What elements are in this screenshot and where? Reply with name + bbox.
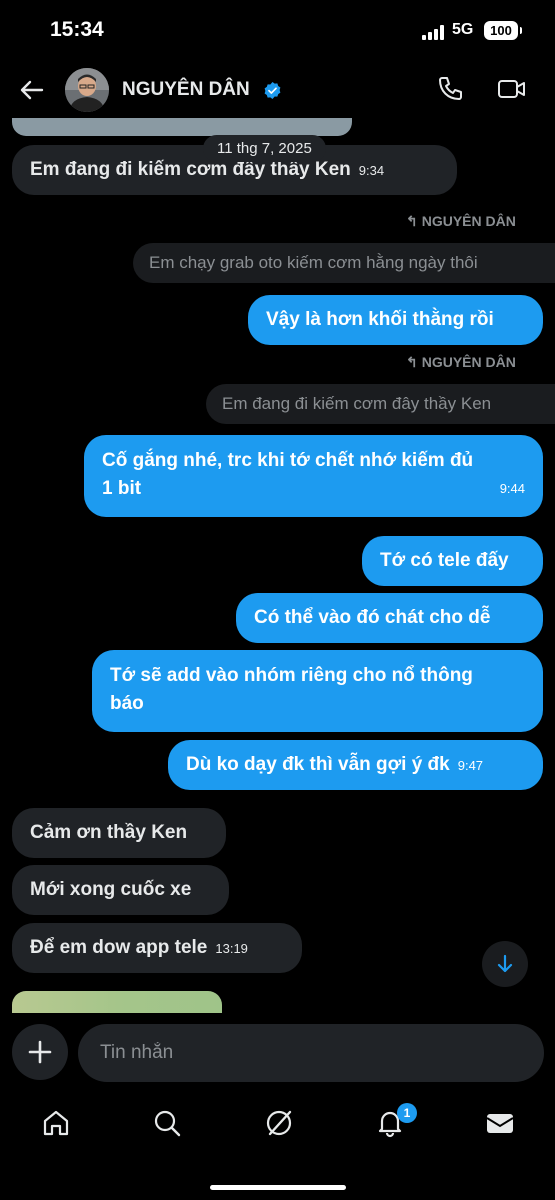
messages-mail-icon[interactable] [485, 1108, 515, 1138]
message-text: Em đang đi kiếm cơm đây thầy Ken [30, 159, 351, 180]
status-time: 15:34 [50, 18, 104, 41]
home-indicator [210, 1185, 346, 1190]
quoted-message[interactable]: Em chạy grab oto kiếm cơm hằng ngày thôi [133, 243, 555, 283]
message-time: 13:19 [215, 941, 248, 956]
message-received[interactable]: Cảm ơn thầy Ken [12, 808, 226, 858]
reply-arrow-icon: ↰ [406, 213, 418, 229]
message-text: Vậy là hơn khối thằng rồi [266, 309, 494, 330]
scroll-to-bottom-button[interactable] [482, 941, 528, 987]
plus-icon [28, 1040, 52, 1064]
message-text: Mới xong cuốc xe [30, 879, 192, 900]
image-attachment[interactable] [12, 118, 352, 136]
chat-header: NGUYÊN DÂN [0, 62, 555, 118]
message-text: 1 bit [102, 478, 142, 499]
quoted-message[interactable]: Em đang đi kiếm cơm đây thầy Ken [206, 384, 555, 424]
message-text: Tớ sẽ add vào nhóm riêng cho nổ thông [110, 665, 473, 686]
signal-icon [422, 24, 448, 40]
video-call-icon[interactable] [497, 75, 527, 103]
search-icon[interactable] [152, 1108, 182, 1138]
quoted-text: Em đang đi kiếm cơm đây thầy Ken [222, 394, 492, 413]
message-text: Có thể vào đó chát cho dễ [254, 607, 491, 628]
reply-arrow-icon: ↰ [406, 354, 418, 370]
reply-to-name: NGUYÊN DÂN [421, 213, 516, 229]
message-sent[interactable]: Tớ sẽ add vào nhóm riêng cho nổ thông bá… [92, 650, 543, 732]
message-time: 9:44 [499, 481, 525, 496]
phone-icon[interactable] [436, 75, 464, 103]
network-label: 5G [452, 21, 474, 38]
image-attachment[interactable] [12, 991, 222, 1013]
date-separator: 11 thg 7, 2025 [203, 135, 326, 162]
message-time: 9:47 [457, 758, 484, 773]
grok-icon[interactable] [264, 1108, 294, 1138]
quoted-text: Em chạy grab oto kiếm cơm hằng ngày thôi [149, 253, 478, 272]
message-sent[interactable]: Cố gắng nhé, trc khi tớ chết nhớ kiếm đủ… [84, 435, 543, 517]
message-text: Dù ko dạy đk thì vẫn gợi ý đk [186, 754, 450, 775]
message-sent[interactable]: Dù ko dạy đk thì vẫn gợi ý đk 9:47 [168, 740, 543, 790]
notification-badge: 1 [397, 1103, 417, 1123]
message-text: Tớ có tele đấy [380, 550, 509, 571]
message-text: Cảm ơn thầy Ken [30, 822, 188, 843]
reply-to-label: ↰ NGUYÊN DÂN [406, 213, 516, 230]
back-arrow-icon[interactable] [18, 76, 46, 104]
home-icon[interactable] [41, 1108, 71, 1138]
reply-to-name: NGUYÊN DÂN [421, 354, 516, 370]
message-sent[interactable]: Vậy là hơn khối thằng rồi [248, 295, 543, 345]
message-sent[interactable]: Tớ có tele đấy [362, 536, 543, 586]
message-received[interactable]: Mới xong cuốc xe [12, 865, 229, 915]
arrow-down-icon [497, 954, 513, 973]
message-text: Để em dow app tele [30, 937, 208, 958]
avatar[interactable] [65, 68, 109, 112]
verified-badge-icon [264, 81, 281, 100]
reply-to-label: ↰ NGUYÊN DÂN [406, 354, 516, 371]
message-time: 9:34 [358, 163, 385, 178]
message-input[interactable] [78, 1024, 544, 1082]
message-sent[interactable]: Có thể vào đó chát cho dễ [236, 593, 543, 643]
battery-icon: 100 [484, 21, 522, 40]
status-bar: 15:34 5G 100 [0, 0, 555, 62]
message-text: báo [110, 693, 144, 714]
add-attachment-button[interactable] [12, 1024, 68, 1080]
message-text: Cố gắng nhé, trc khi tớ chết nhớ kiếm đủ [102, 450, 474, 471]
contact-name[interactable]: NGUYÊN DÂN [122, 79, 250, 101]
message-received[interactable]: Để em dow app tele 13:19 [12, 923, 302, 973]
